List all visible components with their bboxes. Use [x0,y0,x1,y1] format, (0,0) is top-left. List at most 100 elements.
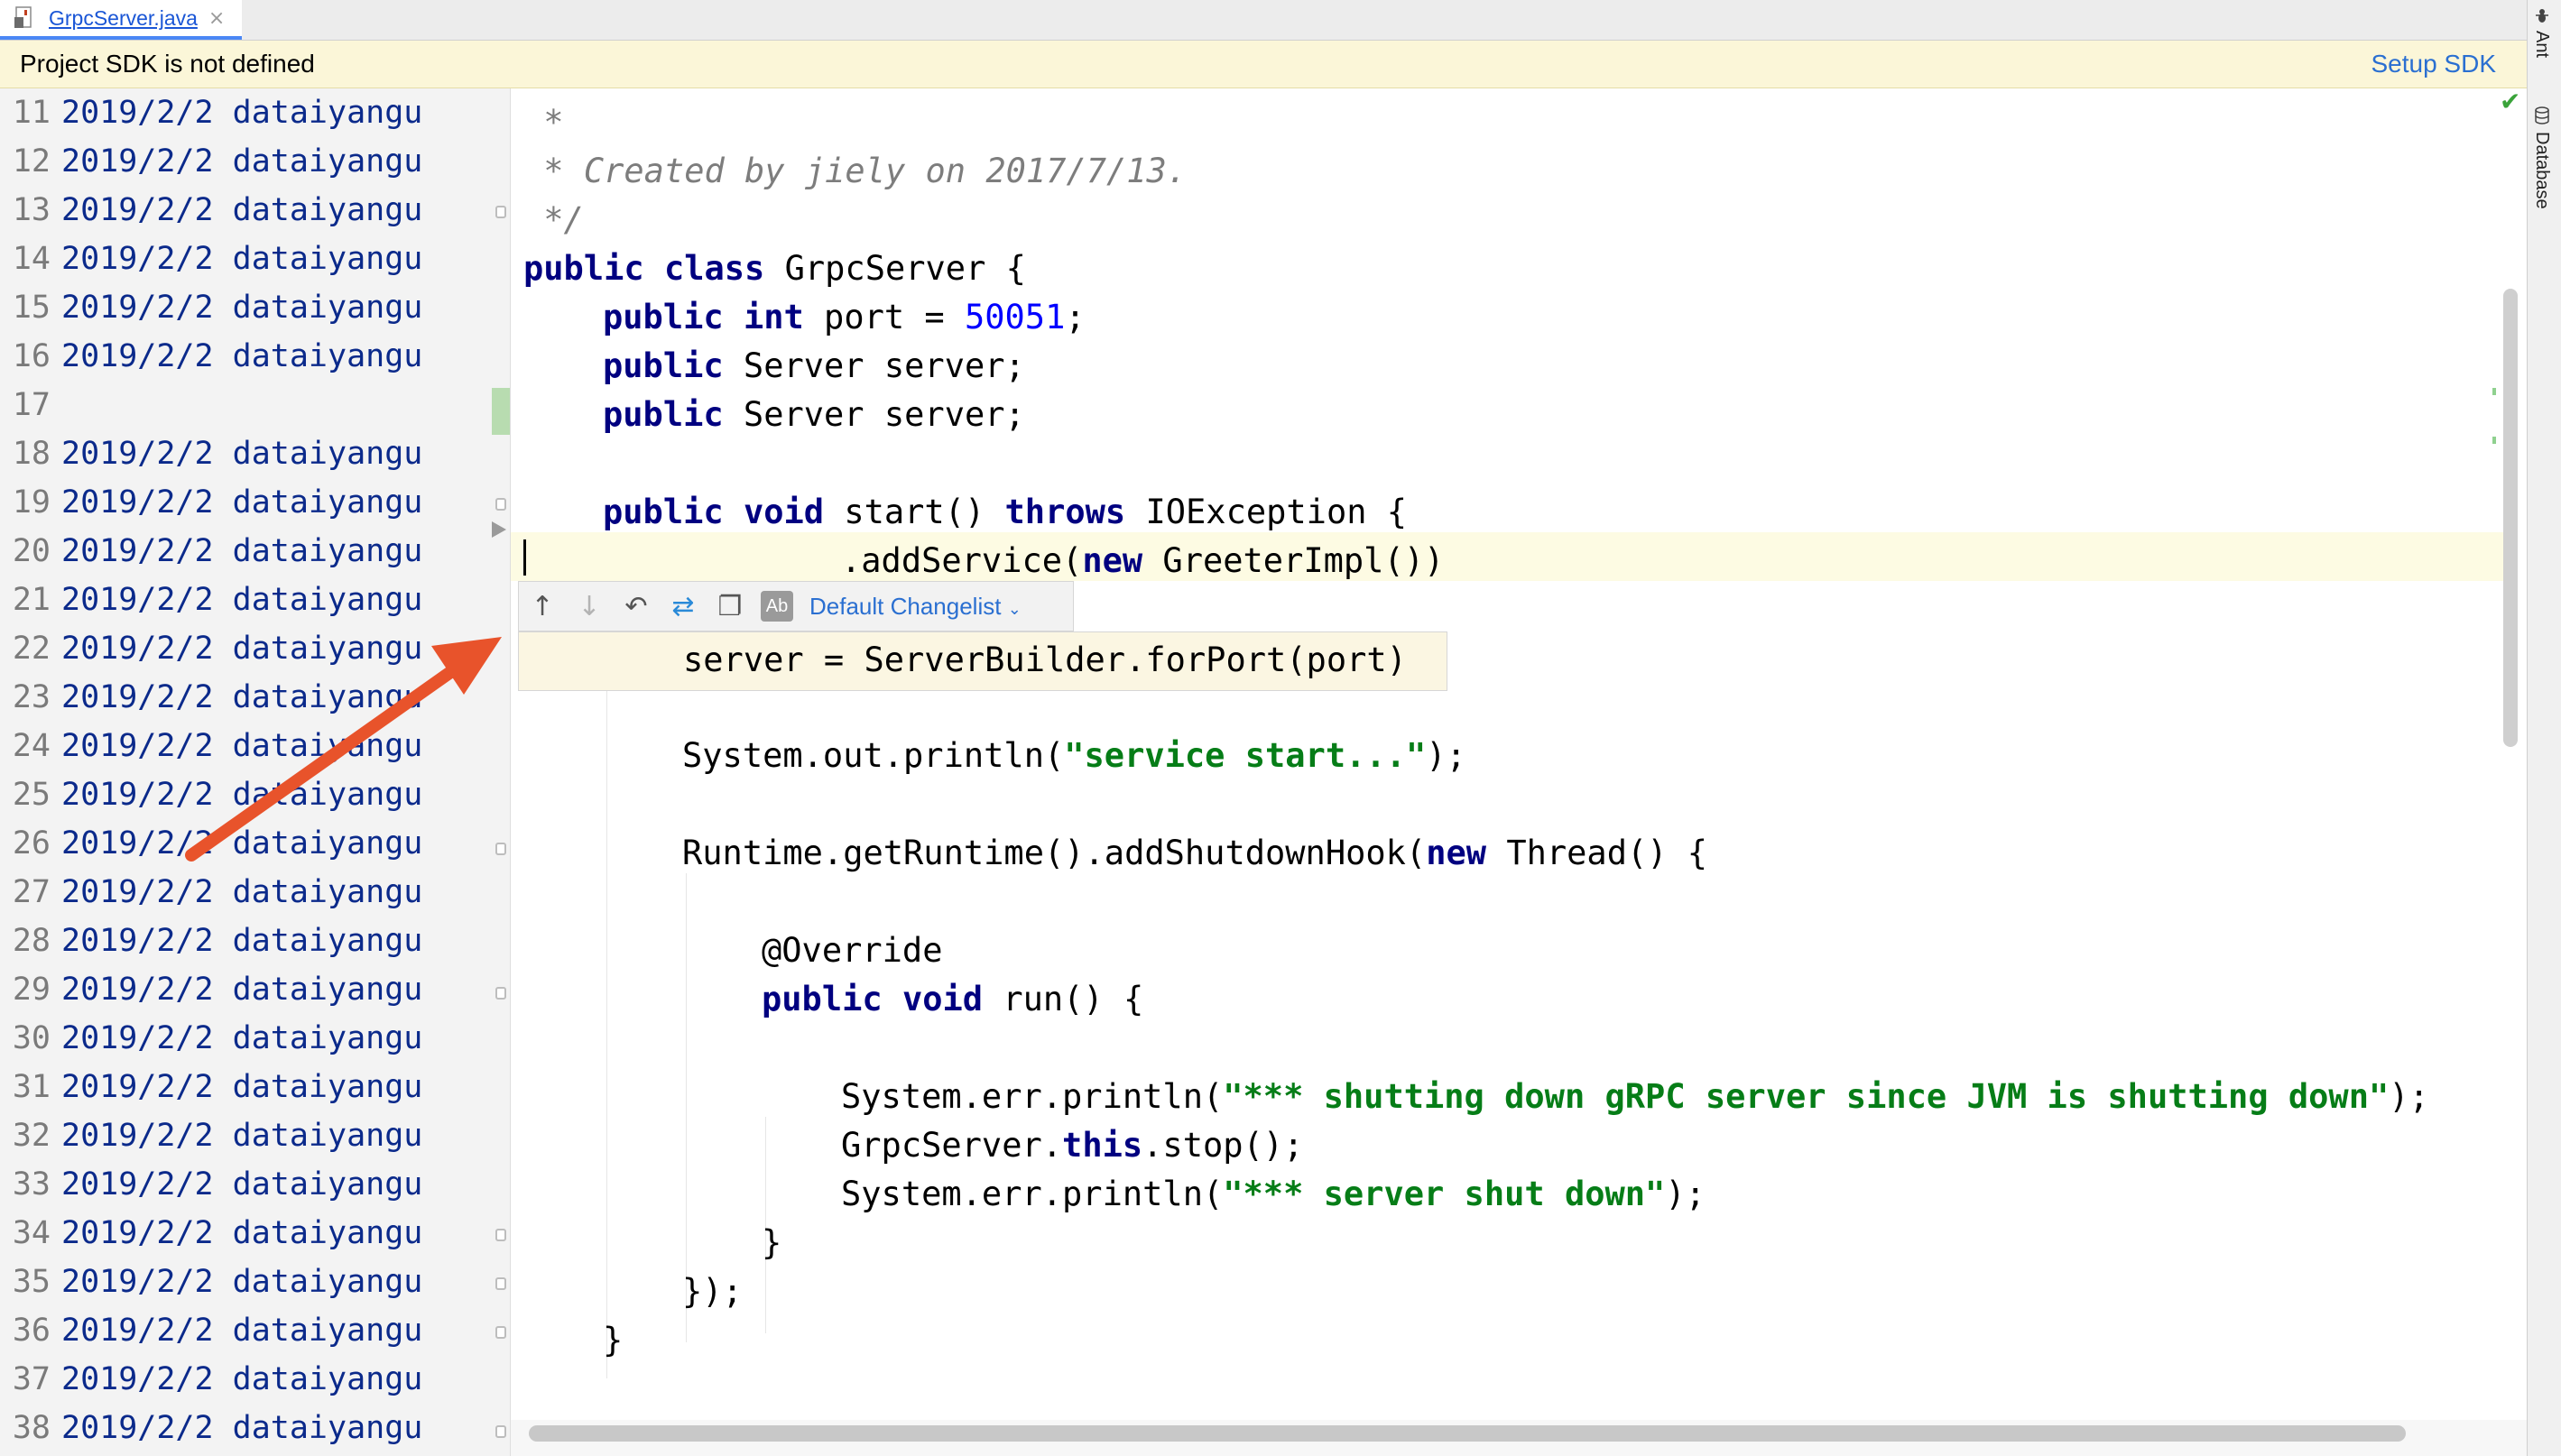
annotation-text[interactable]: 2019/2/2 dataiyangu [61,436,422,472]
annotation-text[interactable]: 2019/2/2 dataiyangu [61,338,422,374]
database-tool-window-button[interactable]: Database [2531,106,2552,209]
line-number: 22 [12,631,51,667]
annotation-row[interactable]: 31 2019/2/2 dataiyangu [0,1063,423,1111]
annotation-row[interactable]: 19 2019/2/2 dataiyangu [0,478,423,527]
annotation-row[interactable]: 33 2019/2/2 dataiyangu [0,1160,423,1209]
ant-label: Ant [2532,31,2552,59]
annotation-text[interactable]: 2019/2/2 dataiyangu [61,631,422,667]
code-line-13: */ [523,200,584,239]
annotation-text[interactable]: 2019/2/2 dataiyangu [61,923,422,959]
annotation-row[interactable]: 13 2019/2/2 dataiyangu [0,186,423,235]
line-number: 38 [12,1410,51,1446]
line-number: 14 [12,241,51,277]
annotation-row[interactable]: 23 2019/2/2 dataiyangu [0,673,423,722]
annotation-row[interactable]: 29 2019/2/2 dataiyangu [0,965,423,1014]
fold-icon[interactable] [495,1425,506,1438]
annotation-text[interactable]: 2019/2/2 dataiyangu [61,1264,422,1300]
annotation-row[interactable]: 28 2019/2/2 dataiyangu [0,917,423,965]
vertical-scrollbar[interactable] [2503,289,2518,747]
indent-guide [606,630,607,1378]
annotation-row[interactable]: 12 2019/2/2 dataiyangu [0,137,423,186]
setup-sdk-link[interactable]: Setup SDK [2371,50,2496,78]
annotation-row[interactable]: 26 2019/2/2 dataiyangu [0,819,423,868]
annotation-row[interactable]: 36 2019/2/2 dataiyangu [0,1306,423,1355]
annotation-row[interactable]: 11 2019/2/2 dataiyangu [0,88,423,137]
annotation-row[interactable]: 27 2019/2/2 dataiyangu [0,868,423,917]
ant-tool-window-button[interactable]: Ant [2531,7,2552,58]
annotation-text[interactable]: 2019/2/2 dataiyangu [61,143,422,180]
annotation-row[interactable]: 22 2019/2/2 dataiyangu [0,624,423,673]
change-arrow-icon[interactable] [492,521,506,538]
annotation-text[interactable]: 2019/2/2 dataiyangu [61,728,422,764]
annotation-row[interactable]: 30 2019/2/2 dataiyangu [0,1014,423,1063]
annotation-text[interactable]: 2019/2/2 dataiyangu [61,290,422,326]
annotation-text[interactable]: 2019/2/2 dataiyangu [61,874,422,910]
line-number: 31 [12,1069,51,1105]
code-editor[interactable]: * * Created by jiely on 2017/7/13. */ pu… [511,88,2516,1420]
up-arrow-icon[interactable]: ↑ [519,581,566,631]
annotation-text[interactable]: 2019/2/2 dataiyangu [61,972,422,1008]
change-stripe[interactable] [2492,437,2496,444]
fold-icon[interactable] [495,987,506,1000]
annotation-text[interactable]: 2019/2/2 dataiyangu [61,1313,422,1349]
fold-icon[interactable] [495,1229,506,1241]
diff-icon[interactable]: ⇄ [660,581,707,631]
annotation-text[interactable]: 2019/2/2 dataiyangu [61,1069,422,1105]
annotation-row[interactable]: 24 2019/2/2 dataiyangu [0,722,423,770]
annotation-row[interactable]: 37 2019/2/2 dataiyangu [0,1355,423,1404]
tab-grpcserver-java[interactable]: GrpcServer.java × [0,0,242,40]
annotation-row[interactable]: 15 2019/2/2 dataiyangu [0,283,423,332]
line-number: 15 [12,290,51,326]
annotation-text[interactable]: 2019/2/2 dataiyangu [61,241,422,277]
line-number: 13 [12,192,51,228]
close-icon[interactable]: × [208,7,225,30]
fold-icon[interactable] [495,206,506,218]
ab-icon[interactable]: Ab [754,581,800,631]
vcs-annotation-gutter[interactable]: 11 2019/2/2 dataiyangu 12 2019/2/2 dataiyan… [0,88,492,1456]
annotation-text[interactable]: 2019/2/2 dataiyangu [61,533,422,569]
annotation-text[interactable]: 2019/2/2 dataiyangu [61,1166,422,1203]
annotation-text[interactable]: 2019/2/2 dataiyangu [61,825,422,862]
annotation-text[interactable]: 2019/2/2 dataiyangu [61,679,422,715]
annotation-text[interactable]: 2019/2/2 dataiyangu [61,1361,422,1397]
line-number: 11 [12,95,51,131]
horizontal-scrollbar[interactable] [529,1425,2406,1442]
fold-icon[interactable] [495,843,506,855]
annotation-text[interactable]: 2019/2/2 dataiyangu [61,1020,422,1056]
annotation-text[interactable]: 2019/2/2 dataiyangu [61,1215,422,1251]
tab-label: GrpcServer.java [49,5,198,30]
annotation-text[interactable]: 2019/2/2 dataiyangu [61,777,422,813]
change-stripe[interactable] [2492,388,2496,395]
annotation-row[interactable]: 38 2019/2/2 dataiyangu [0,1404,423,1452]
annotation-text[interactable]: 2019/2/2 dataiyangu [61,1410,422,1446]
fold-icon[interactable] [495,498,506,511]
annotation-row[interactable]: 18 2019/2/2 dataiyangu [0,429,423,478]
code-line-31: System.err.println("*** shutting down gR… [841,1077,2429,1116]
code-line-32: GrpcServer.this.stop(); [841,1126,1304,1165]
annotation-row[interactable]: 16 2019/2/2 dataiyangu [0,332,423,381]
annotation-text[interactable]: 2019/2/2 dataiyangu [61,95,422,131]
annotation-text[interactable]: 2019/2/2 dataiyangu [61,582,422,618]
fold-icon[interactable] [495,1277,506,1290]
annotation-row[interactable]: 34 2019/2/2 dataiyangu [0,1209,423,1258]
change-marker[interactable] [492,388,510,435]
annotation-row[interactable]: 21 2019/2/2 dataiyangu [0,576,423,624]
annotation-row[interactable]: 14 2019/2/2 dataiyangu [0,235,423,283]
line-number: 35 [12,1264,51,1300]
annotation-row[interactable]: 20 2019/2/2 dataiyangu [0,527,423,576]
line-number: 36 [12,1313,51,1349]
fold-icon[interactable] [495,1326,506,1339]
changelist-label: Default Changelist [809,592,1002,620]
annotation-row[interactable]: 35 2019/2/2 dataiyangu [0,1258,423,1306]
annotation-text[interactable]: 2019/2/2 dataiyangu [61,192,422,228]
rollback-icon[interactable]: ↶ [613,581,660,631]
annotation-text[interactable]: 2019/2/2 dataiyangu [61,1118,422,1154]
annotation-text[interactable]: 2019/2/2 dataiyangu [61,484,422,521]
annotation-row[interactable]: 32 2019/2/2 dataiyangu [0,1111,423,1160]
annotation-row[interactable]: 17 [0,381,61,429]
changelist-dropdown[interactable]: Default Changelist ⌄ [809,593,1022,621]
down-arrow-icon[interactable]: ↓ [566,581,613,631]
annotation-row[interactable]: 25 2019/2/2 dataiyangu [0,770,423,819]
line-number: 27 [12,874,51,910]
copy-icon[interactable]: ❐ [707,581,754,631]
